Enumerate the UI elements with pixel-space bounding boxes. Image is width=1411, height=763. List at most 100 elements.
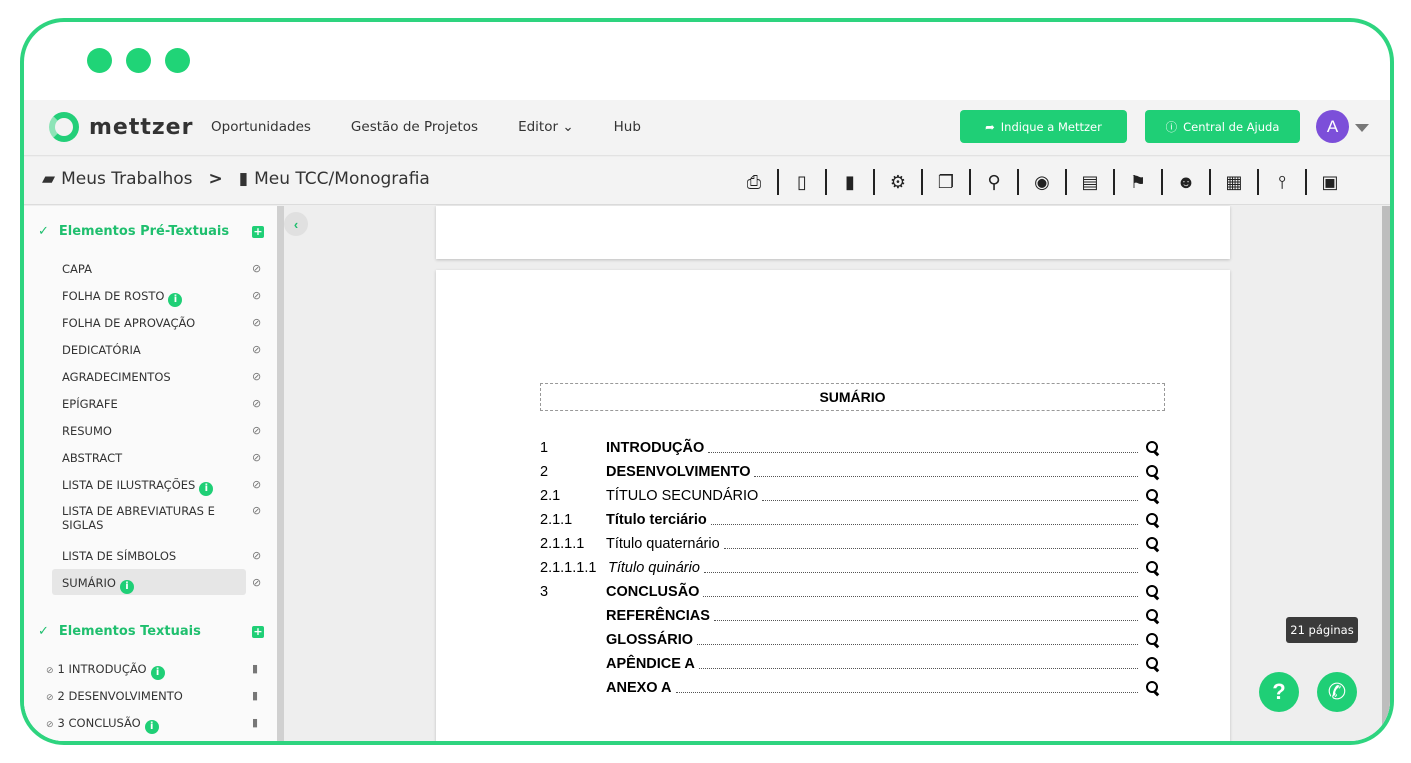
- book-icon[interactable]: ▤: [1072, 169, 1108, 195]
- eye-slash-icon[interactable]: ⊘: [252, 262, 261, 275]
- mettzer-logo[interactable]: mettzer: [49, 112, 193, 142]
- nav-oportunidades[interactable]: Oportunidades: [211, 119, 311, 135]
- print-icon[interactable]: ⎙: [736, 169, 772, 195]
- eye-slash-icon[interactable]: ⊘: [252, 549, 261, 562]
- nav-hub[interactable]: Hub: [614, 119, 641, 135]
- sidebar-item-lista-de-simbolos[interactable]: LISTA DE SÍMBOLOS: [62, 549, 262, 563]
- toc-row[interactable]: 1 INTRODUÇÃO: [540, 436, 1160, 460]
- search-icon[interactable]: [1146, 537, 1160, 551]
- word-export-icon[interactable]: ▯: [784, 169, 820, 195]
- eye-slash-icon[interactable]: ⊘: [46, 666, 54, 676]
- trash-icon[interactable]: ▮: [252, 689, 258, 702]
- sidebar-item-sumario[interactable]: SUMÁRIO i: [62, 576, 262, 594]
- eye-slash-icon[interactable]: ⊘: [252, 343, 261, 356]
- binoculars-icon[interactable]: ⚲: [976, 169, 1012, 195]
- toc-row[interactable]: REFERÊNCIAS: [540, 604, 1160, 628]
- search-icon[interactable]: [1146, 609, 1160, 623]
- users-icon[interactable]: ☻: [1168, 169, 1204, 195]
- sidebar-item-folha-de-rosto[interactable]: FOLHA DE ROSTO i: [62, 289, 262, 307]
- search-icon[interactable]: [1146, 681, 1160, 695]
- indique-button[interactable]: ➦ Indique a Mettzer: [960, 110, 1127, 143]
- flag-icon[interactable]: ⚑: [1120, 169, 1156, 195]
- main-scrollbar[interactable]: [1382, 206, 1390, 741]
- search-icon[interactable]: [1146, 513, 1160, 527]
- breadcrumb-root[interactable]: Meus Trabalhos: [61, 169, 192, 189]
- help-question-icon[interactable]: ?: [1259, 672, 1299, 712]
- info-icon[interactable]: i: [119, 580, 134, 594]
- search-icon[interactable]: [1146, 441, 1160, 455]
- toc-leader: [675, 683, 1138, 693]
- sidebar-item-agradecimentos[interactable]: AGRADECIMENTOS: [62, 370, 262, 384]
- collapse-sidebar-icon[interactable]: ‹: [284, 212, 308, 236]
- eye-slash-icon[interactable]: ⊘: [46, 693, 54, 703]
- toc-row[interactable]: ANEXO A: [540, 676, 1160, 700]
- eye-slash-icon[interactable]: ⊘: [252, 397, 261, 410]
- sidebar-item-lista-de-ilustracoes[interactable]: LISTA DE ILUSTRAÇÕES i: [62, 478, 262, 496]
- settings-icon[interactable]: ⚙: [880, 169, 916, 195]
- sidebar-item-lista-de-abreviaturas[interactable]: LISTA DE ABREVIATURAS E SIGLAS: [62, 504, 232, 532]
- toc-row[interactable]: GLOSSÁRIO: [540, 628, 1160, 652]
- section-pre-textual[interactable]: ✓ Elementos Pré-Textuais: [38, 224, 229, 239]
- toc-row[interactable]: 3 CONCLUSÃO: [540, 580, 1160, 604]
- toc-row[interactable]: 2 DESENVOLVIMENTO: [540, 460, 1160, 484]
- sidebar-item-resumo[interactable]: RESUMO: [62, 424, 262, 438]
- info-icon[interactable]: i: [144, 720, 159, 734]
- search-icon[interactable]: [1146, 465, 1160, 479]
- section-textual[interactable]: ✓ Elementos Textuais: [38, 624, 201, 639]
- toc-row[interactable]: 2.1 TÍTULO SECUNDÁRIO: [540, 484, 1160, 508]
- eye-slash-icon[interactable]: ⊘: [252, 504, 261, 517]
- toc-leader: [698, 659, 1138, 669]
- eye-slash-icon[interactable]: ⊘: [252, 478, 261, 491]
- globe-icon[interactable]: ◉: [1024, 169, 1060, 195]
- summary-title[interactable]: SUMÁRIO: [540, 383, 1165, 411]
- eye-slash-icon[interactable]: ⊘: [252, 576, 261, 589]
- toc-row[interactable]: 2.1.1.1 Título quaternário: [540, 532, 1160, 556]
- sidebar-scrollbar[interactable]: [277, 206, 284, 741]
- info-icon[interactable]: i: [168, 293, 183, 307]
- calendar-icon[interactable]: ▦: [1216, 169, 1252, 195]
- add-section-icon[interactable]: +: [252, 626, 264, 638]
- sidebar-item-conclusao[interactable]: ⊘ 3 CONCLUSÃO i: [46, 716, 246, 734]
- nav-gestao-de-projetos[interactable]: Gestão de Projetos: [351, 119, 478, 135]
- search-icon[interactable]: [1146, 657, 1160, 671]
- window-dot-close[interactable]: [87, 48, 112, 73]
- toolbar-divider: [1209, 169, 1211, 195]
- sidebar-item-introducao[interactable]: ⊘ 1 INTRODUÇÃO i: [46, 662, 246, 680]
- copy-icon[interactable]: ❐: [928, 169, 964, 195]
- toc-row[interactable]: 2.1.1.1.1 Título quinário: [540, 556, 1160, 580]
- central-ajuda-button[interactable]: ⓘ Central de Ajuda: [1145, 110, 1300, 143]
- sidebar-item-dedicatoria[interactable]: DEDICATÓRIA: [62, 343, 262, 357]
- app-window: mettzer Oportunidades Gestão de Projetos…: [24, 100, 1390, 741]
- sidebar-item-abstract[interactable]: ABSTRACT: [62, 451, 262, 465]
- thermometer-icon[interactable]: ⫯: [1264, 169, 1300, 195]
- trash-icon[interactable]: ▮: [252, 662, 258, 675]
- sidebar-item-folha-de-aprovacao[interactable]: FOLHA DE APROVAÇÃO: [62, 316, 262, 330]
- info-icon[interactable]: i: [150, 666, 165, 680]
- window-dot-minimize[interactable]: [126, 48, 151, 73]
- window-dot-maximize[interactable]: [165, 48, 190, 73]
- file-upload-icon[interactable]: ▮: [832, 169, 868, 195]
- save-icon[interactable]: ▣: [1312, 169, 1348, 195]
- search-icon[interactable]: [1146, 561, 1160, 575]
- eye-slash-icon[interactable]: ⊘: [252, 424, 261, 437]
- add-section-icon[interactable]: +: [252, 226, 264, 238]
- sidebar-item-desenvolvimento[interactable]: ⊘ 2 DESENVOLVIMENTO: [46, 689, 246, 705]
- sidebar-item-epigrafe[interactable]: EPÍGRAFE: [62, 397, 262, 411]
- caret-down-icon[interactable]: [1355, 124, 1369, 132]
- eye-slash-icon[interactable]: ⊘: [252, 451, 261, 464]
- sidebar-item-capa[interactable]: CAPA: [62, 262, 262, 276]
- toc-row[interactable]: APÊNDICE A: [540, 652, 1160, 676]
- eye-slash-icon[interactable]: ⊘: [252, 316, 261, 329]
- avatar[interactable]: A: [1316, 110, 1349, 143]
- eye-slash-icon[interactable]: ⊘: [46, 720, 54, 730]
- toc-row[interactable]: 2.1.1 Título terciário: [540, 508, 1160, 532]
- search-icon[interactable]: [1146, 489, 1160, 503]
- search-icon[interactable]: [1146, 633, 1160, 647]
- whatsapp-icon[interactable]: ✆: [1317, 672, 1357, 712]
- eye-slash-icon[interactable]: ⊘: [252, 370, 261, 383]
- eye-slash-icon[interactable]: ⊘: [252, 289, 261, 302]
- info-icon[interactable]: i: [199, 482, 214, 496]
- search-icon[interactable]: [1146, 585, 1160, 599]
- nav-editor[interactable]: Editor ⌄: [518, 119, 574, 135]
- trash-icon[interactable]: ▮: [252, 716, 258, 729]
